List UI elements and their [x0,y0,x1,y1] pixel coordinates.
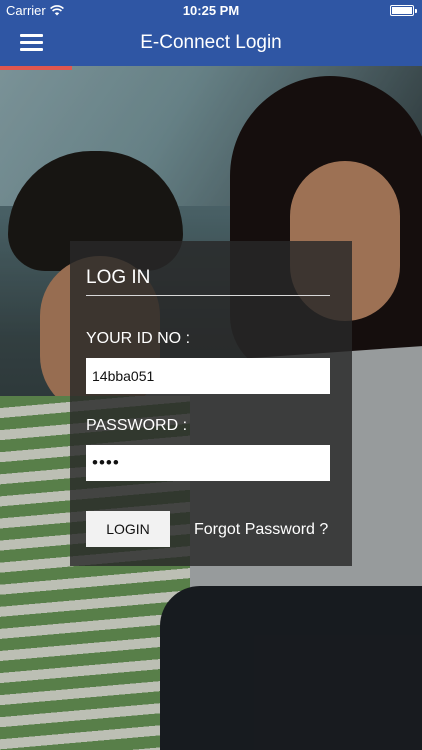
id-input[interactable] [86,358,330,394]
page-title: E-Connect Login [140,32,282,53]
battery-icon [390,5,417,16]
login-heading: LOG IN [86,267,151,288]
nav-accent-underline [0,66,72,70]
login-panel: LOG IN YOUR ID NO : PASSWORD : LOGIN For… [70,241,352,566]
status-bar: Carrier 10:25 PM [0,0,422,22]
heading-divider [86,295,330,296]
id-label: YOUR ID NO : [86,330,191,347]
navigation-bar: E-Connect Login [0,22,422,70]
top-bar: Carrier 10:25 PM E-Connect Login [0,0,422,70]
status-time: 10:25 PM [182,3,240,18]
login-button[interactable]: LOGIN [86,511,170,547]
forgot-password-link[interactable]: Forgot Password ? [194,521,328,539]
password-input[interactable] [86,445,330,481]
password-label: PASSWORD : [86,417,188,434]
